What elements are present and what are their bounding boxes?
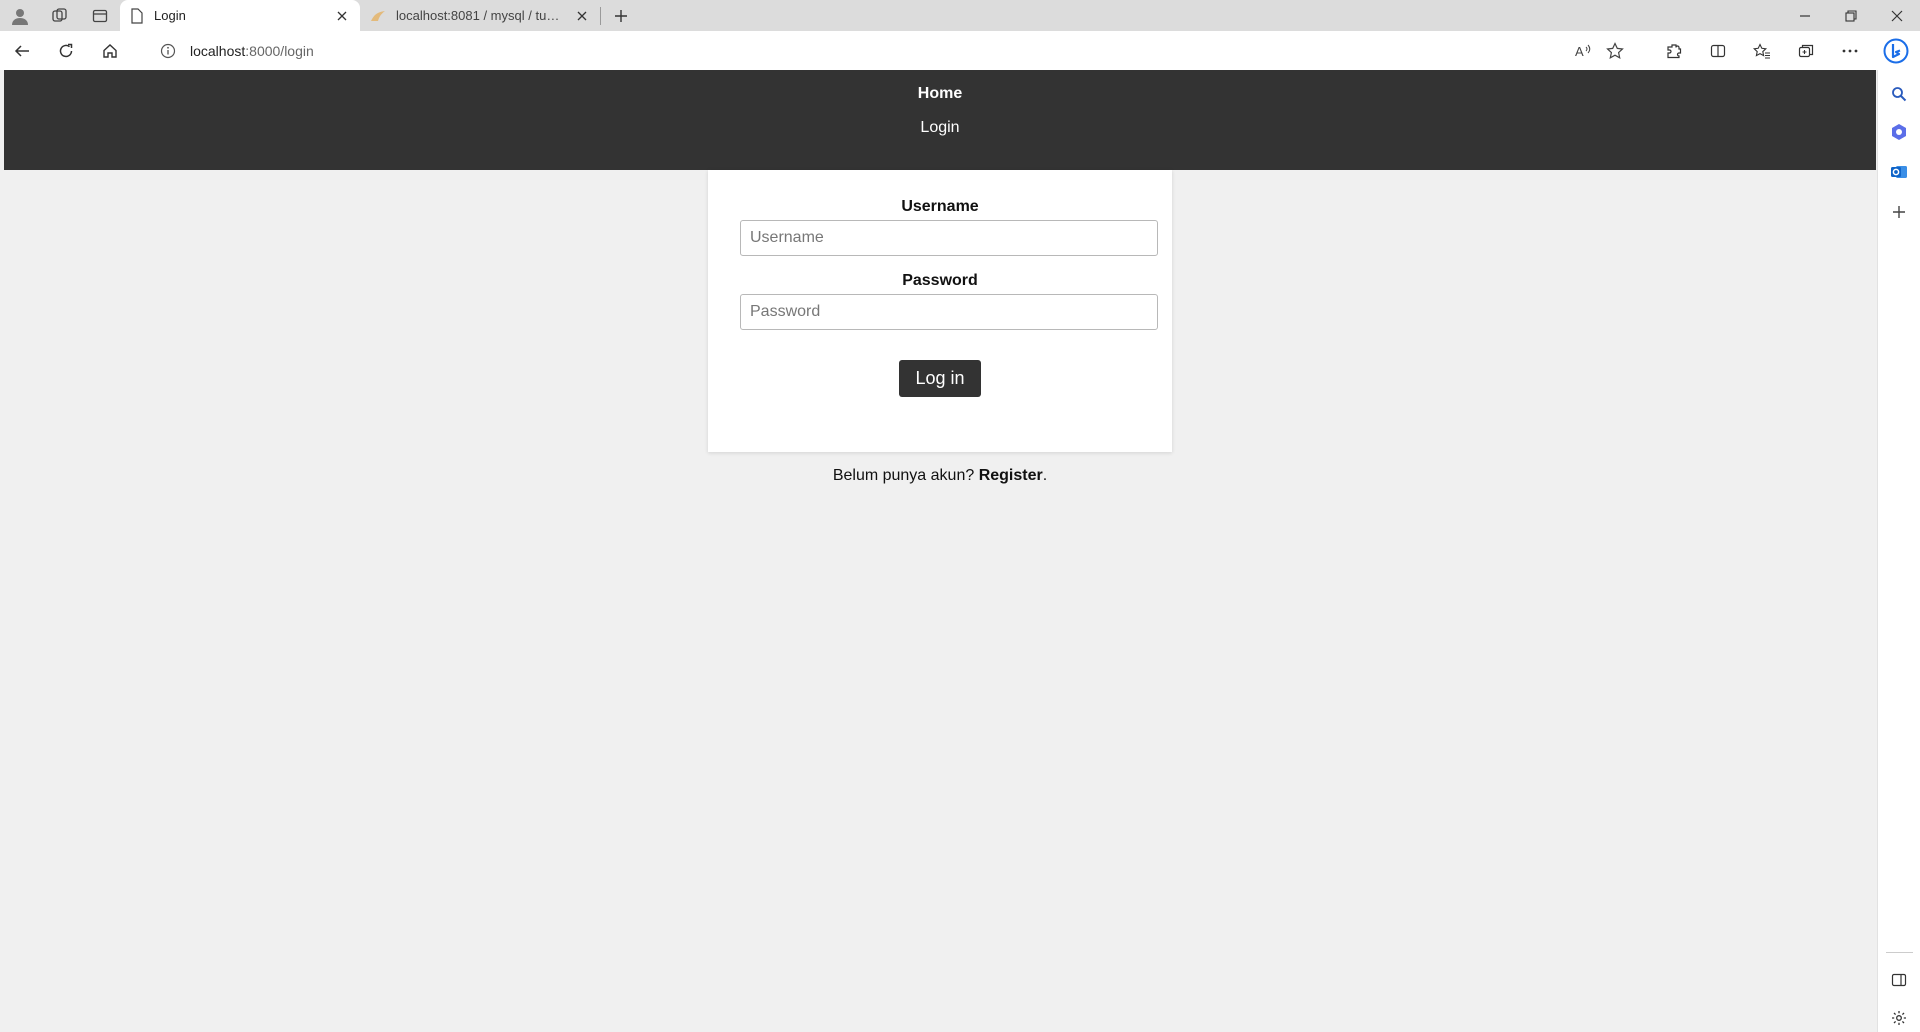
close-tab-button[interactable] bbox=[574, 8, 590, 24]
plus-icon bbox=[1893, 206, 1905, 218]
sidebar-add-button[interactable] bbox=[1887, 200, 1911, 224]
home-icon bbox=[103, 43, 117, 58]
collections-icon bbox=[1798, 44, 1814, 57]
tab-actions-button[interactable] bbox=[80, 0, 120, 31]
refresh-button[interactable] bbox=[44, 31, 88, 70]
tab-title: Login bbox=[154, 8, 186, 23]
tab-login[interactable]: Login bbox=[120, 0, 360, 31]
sidebar-panel-icon bbox=[1891, 973, 1907, 987]
favorites-icon bbox=[1753, 42, 1770, 59]
url-text[interactable]: localhost:8000/login bbox=[190, 43, 1574, 59]
close-tab-button[interactable] bbox=[334, 8, 350, 24]
extensions-icon bbox=[1667, 43, 1682, 58]
search-icon bbox=[1892, 87, 1907, 102]
tab-title: localhost:8081 / mysql / tubes-db bbox=[396, 8, 564, 23]
more-dots-icon bbox=[1842, 49, 1858, 52]
profile-button[interactable] bbox=[0, 0, 40, 31]
collections-button[interactable] bbox=[1784, 31, 1828, 70]
username-label: Username bbox=[901, 198, 979, 215]
browser-tab-strip: Login localhost:8081 / mysql / tubes-db bbox=[0, 0, 1920, 31]
phpmyadmin-icon bbox=[371, 10, 385, 21]
tab-phpmyadmin[interactable]: localhost:8081 / mysql / tubes-db bbox=[360, 0, 600, 31]
edge-sidebar bbox=[1877, 70, 1920, 1032]
sidebar-outlook-button[interactable] bbox=[1887, 160, 1911, 184]
register-link[interactable]: Register bbox=[979, 467, 1043, 484]
url-host: localhost bbox=[190, 42, 246, 59]
sidebar-divider bbox=[1886, 952, 1913, 953]
copilot-button[interactable] bbox=[1872, 31, 1920, 70]
sidebar-office-button[interactable] bbox=[1887, 120, 1911, 144]
workspaces-button[interactable] bbox=[40, 0, 80, 31]
sidebar-hide-button[interactable] bbox=[1887, 968, 1911, 992]
password-label: Password bbox=[902, 272, 978, 289]
register-suffix: . bbox=[1042, 467, 1048, 484]
username-input[interactable] bbox=[740, 220, 1158, 256]
login-button[interactable]: Log in bbox=[899, 360, 981, 397]
svg-text:A: A bbox=[1575, 44, 1584, 59]
split-screen-icon bbox=[1710, 44, 1726, 57]
info-icon[interactable] bbox=[160, 43, 176, 59]
address-bar[interactable]: localhost:8000/login A bbox=[146, 35, 1636, 66]
new-tab-button[interactable] bbox=[601, 0, 641, 31]
favorites-button[interactable] bbox=[1740, 31, 1784, 70]
split-screen-button[interactable] bbox=[1696, 31, 1740, 70]
close-icon bbox=[337, 11, 347, 20]
favorite-star-icon[interactable] bbox=[1606, 41, 1624, 60]
page-viewport: Home Login Username Password Log in Belu… bbox=[4, 70, 1876, 1029]
workspaces-icon bbox=[52, 7, 67, 22]
close-icon bbox=[577, 11, 587, 20]
login-form: Username Password Log in bbox=[708, 170, 1172, 452]
bing-copilot-icon bbox=[1883, 38, 1909, 63]
minimize-button[interactable] bbox=[1782, 0, 1828, 31]
tab-actions-icon bbox=[92, 9, 108, 22]
more-options-button[interactable] bbox=[1828, 31, 1872, 70]
nav-login-link[interactable]: Login bbox=[4, 118, 1876, 138]
home-button[interactable] bbox=[88, 31, 132, 70]
window-controls bbox=[1782, 0, 1920, 31]
restore-icon bbox=[1845, 9, 1857, 22]
back-button[interactable] bbox=[0, 31, 44, 70]
page-icon bbox=[131, 7, 143, 24]
close-icon bbox=[1891, 10, 1903, 21]
read-aloud-icon[interactable]: A bbox=[1574, 43, 1592, 59]
gear-icon bbox=[1892, 1011, 1906, 1025]
toolbar-right bbox=[1652, 31, 1872, 70]
minimize-icon bbox=[1800, 14, 1810, 17]
profile-icon bbox=[12, 8, 28, 25]
close-window-button[interactable] bbox=[1874, 0, 1920, 31]
password-input[interactable] bbox=[740, 294, 1158, 330]
extensions-button[interactable] bbox=[1652, 31, 1696, 70]
register-prompt: Belum punya akun? Register. bbox=[4, 467, 1876, 485]
register-prompt-text: Belum punya akun? bbox=[832, 467, 975, 484]
refresh-icon bbox=[59, 43, 73, 57]
office-icon bbox=[1892, 124, 1906, 140]
sidebar-settings-button[interactable] bbox=[1887, 1006, 1911, 1030]
restore-button[interactable] bbox=[1828, 0, 1874, 31]
site-header: Home Login bbox=[4, 70, 1876, 170]
outlook-icon bbox=[1891, 166, 1907, 178]
plus-icon bbox=[615, 9, 627, 22]
url-path: :8000/login bbox=[245, 42, 314, 59]
browser-toolbar: localhost:8000/login A bbox=[0, 31, 1920, 70]
sidebar-search-button[interactable] bbox=[1887, 82, 1911, 106]
nav-home-link[interactable]: Home bbox=[4, 84, 1876, 104]
back-arrow-icon bbox=[14, 44, 29, 57]
